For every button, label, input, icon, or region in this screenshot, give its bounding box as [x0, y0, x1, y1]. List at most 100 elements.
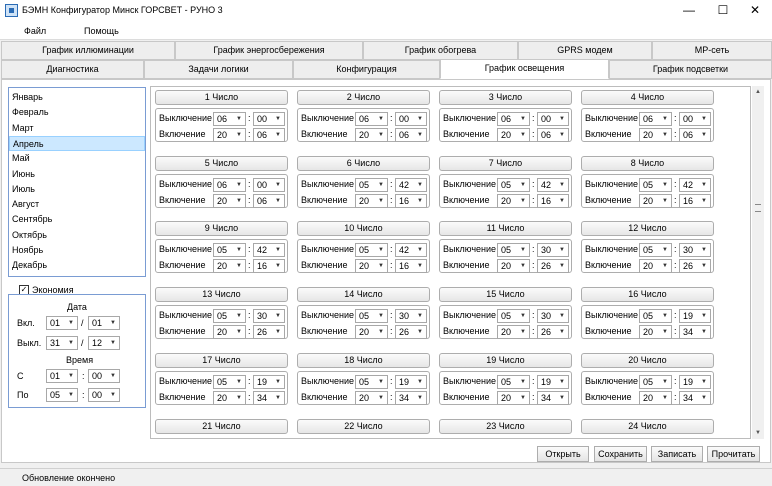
day-header[interactable]: 19 Число	[439, 353, 572, 368]
on-minute-select[interactable]: 26 ▼	[395, 325, 427, 339]
tab-top-5[interactable]: MP-сеть	[652, 41, 772, 60]
off-hour-select[interactable]: 05 ▼	[639, 375, 672, 389]
date-off-month-select[interactable]: 12 ▼	[88, 336, 120, 350]
day-header[interactable]: 14 Число	[297, 287, 430, 302]
maximize-button[interactable]: ☐	[706, 0, 740, 22]
on-minute-select[interactable]: 16 ▼	[395, 259, 427, 273]
day-header[interactable]: 3 Число	[439, 90, 572, 105]
day-header[interactable]: 15 Число	[439, 287, 572, 302]
date-on-month-select[interactable]: 01 ▼	[88, 316, 120, 330]
month-item[interactable]: Август	[12, 197, 39, 212]
month-item[interactable]: Январь	[12, 90, 43, 105]
on-hour-select[interactable]: 20 ▼	[355, 259, 388, 273]
tab-bottom-4[interactable]: График освещения	[440, 59, 609, 79]
day-header[interactable]: 13 Число	[155, 287, 288, 302]
tab-bottom-1[interactable]: Диагностика	[1, 60, 144, 79]
off-minute-select[interactable]: 42 ▼	[395, 178, 427, 192]
on-hour-select[interactable]: 20 ▼	[213, 259, 246, 273]
day-header[interactable]: 9 Число	[155, 221, 288, 236]
on-minute-select[interactable]: 34 ▼	[537, 391, 569, 405]
time-from-hour-select[interactable]: 01 ▼	[46, 369, 78, 383]
day-header[interactable]: 2 Число	[297, 90, 430, 105]
off-minute-select[interactable]: 30 ▼	[253, 309, 285, 323]
day-header[interactable]: 23 Число	[439, 419, 572, 434]
month-item[interactable]: Июнь	[12, 167, 35, 182]
off-minute-select[interactable]: 19 ▼	[537, 375, 569, 389]
on-hour-select[interactable]: 20 ▼	[355, 194, 388, 208]
time-to-hour-select[interactable]: 05 ▼	[46, 388, 78, 402]
on-hour-select[interactable]: 20 ▼	[213, 194, 246, 208]
minimize-button[interactable]: —	[672, 0, 706, 22]
tab-top-2[interactable]: График энергосбережения	[175, 41, 363, 60]
on-minute-select[interactable]: 16 ▼	[537, 194, 569, 208]
on-hour-select[interactable]: 20 ▼	[639, 128, 672, 142]
day-header[interactable]: 21 Число	[155, 419, 288, 434]
off-minute-select[interactable]: 30 ▼	[537, 309, 569, 323]
on-hour-select[interactable]: 20 ▼	[213, 128, 246, 142]
off-hour-select[interactable]: 06 ▼	[213, 178, 246, 192]
date-on-day-select[interactable]: 01 ▼	[46, 316, 78, 330]
day-header[interactable]: 20 Число	[581, 353, 714, 368]
on-minute-select[interactable]: 26 ▼	[253, 325, 285, 339]
time-to-minute-select[interactable]: 00 ▼	[88, 388, 120, 402]
off-hour-select[interactable]: 05 ▼	[355, 375, 388, 389]
on-hour-select[interactable]: 20 ▼	[355, 128, 388, 142]
off-minute-select[interactable]: 42 ▼	[253, 243, 285, 257]
day-header[interactable]: 11 Число	[439, 221, 572, 236]
off-minute-select[interactable]: 00 ▼	[395, 112, 427, 126]
on-hour-select[interactable]: 20 ▼	[639, 325, 672, 339]
on-hour-select[interactable]: 20 ▼	[497, 259, 530, 273]
on-minute-select[interactable]: 06 ▼	[253, 128, 285, 142]
month-item[interactable]: Октябрь	[12, 228, 47, 243]
on-minute-select[interactable]: 26 ▼	[679, 259, 711, 273]
off-hour-select[interactable]: 06 ▼	[213, 112, 246, 126]
close-button[interactable]: ✕	[738, 0, 772, 22]
tab-bottom-5[interactable]: График подсветки	[609, 60, 772, 79]
tab-top-1[interactable]: График иллюминации	[1, 41, 175, 60]
off-minute-select[interactable]: 19 ▼	[679, 309, 711, 323]
on-minute-select[interactable]: 06 ▼	[395, 128, 427, 142]
month-item[interactable]: Июль	[12, 182, 35, 197]
off-hour-select[interactable]: 05 ▼	[213, 375, 246, 389]
off-hour-select[interactable]: 05 ▼	[355, 178, 388, 192]
day-header[interactable]: 17 Число	[155, 353, 288, 368]
on-hour-select[interactable]: 20 ▼	[639, 259, 672, 273]
day-header[interactable]: 22 Число	[297, 419, 430, 434]
off-hour-select[interactable]: 05 ▼	[213, 243, 246, 257]
off-hour-select[interactable]: 05 ▼	[497, 243, 530, 257]
month-item[interactable]: Февраль	[12, 105, 49, 120]
day-header[interactable]: 1 Число	[155, 90, 288, 105]
month-item[interactable]: Сентябрь	[12, 212, 52, 227]
on-hour-select[interactable]: 20 ▼	[213, 391, 246, 405]
write-button[interactable]: Записать	[651, 446, 703, 462]
on-hour-select[interactable]: 20 ▼	[355, 391, 388, 405]
off-minute-select[interactable]: 30 ▼	[679, 243, 711, 257]
on-hour-select[interactable]: 20 ▼	[497, 325, 530, 339]
day-header[interactable]: 4 Число	[581, 90, 714, 105]
off-hour-select[interactable]: 05 ▼	[639, 243, 672, 257]
on-minute-select[interactable]: 34 ▼	[679, 325, 711, 339]
read-button[interactable]: Прочитать	[707, 446, 760, 462]
off-hour-select[interactable]: 06 ▼	[497, 112, 530, 126]
month-item[interactable]: Апрель	[9, 135, 145, 151]
off-hour-select[interactable]: 05 ▼	[639, 178, 672, 192]
off-minute-select[interactable]: 30 ▼	[395, 309, 427, 323]
on-minute-select[interactable]: 34 ▼	[395, 391, 427, 405]
day-header[interactable]: 5 Число	[155, 156, 288, 171]
off-minute-select[interactable]: 00 ▼	[253, 112, 285, 126]
off-minute-select[interactable]: 19 ▼	[253, 375, 285, 389]
day-header[interactable]: 18 Число	[297, 353, 430, 368]
on-hour-select[interactable]: 20 ▼	[639, 391, 672, 405]
tab-top-3[interactable]: График обогрева	[363, 41, 518, 60]
vertical-scrollbar[interactable]: ▲ ▼	[752, 86, 764, 439]
menu-help[interactable]: Помощь	[84, 26, 119, 36]
day-header[interactable]: 24 Число	[581, 419, 714, 434]
on-minute-select[interactable]: 06 ▼	[253, 194, 285, 208]
tab-bottom-2[interactable]: Задачи логики	[144, 60, 293, 79]
on-hour-select[interactable]: 20 ▼	[497, 194, 530, 208]
off-hour-select[interactable]: 05 ▼	[639, 309, 672, 323]
open-button[interactable]: Открыть	[537, 446, 589, 462]
scrollbar-grip[interactable]	[755, 204, 761, 212]
on-hour-select[interactable]: 20 ▼	[213, 325, 246, 339]
month-item[interactable]: Май	[12, 151, 30, 166]
